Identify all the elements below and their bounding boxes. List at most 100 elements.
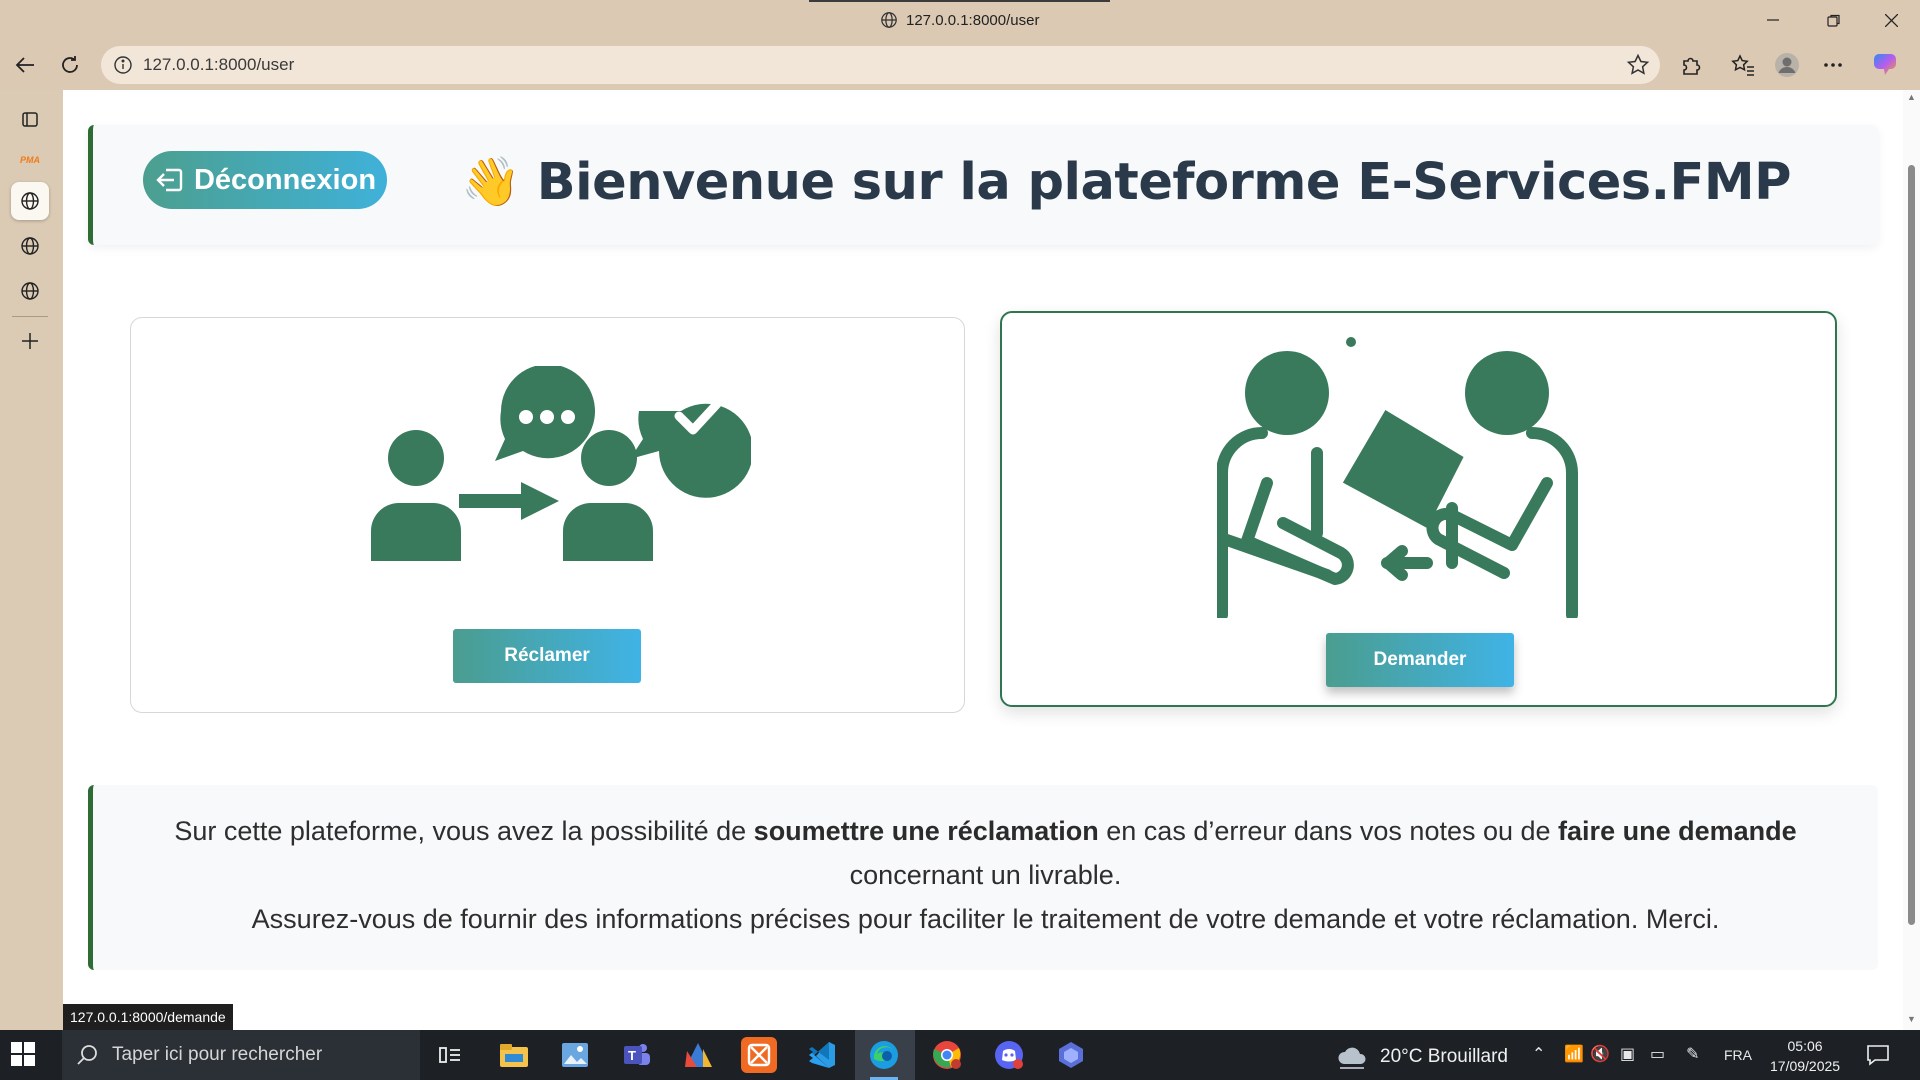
close-icon	[1884, 13, 1898, 27]
phpmyadmin-icon: PMA	[20, 155, 40, 165]
info-emphasis-demande: faire une demande	[1558, 816, 1797, 846]
file-explorer-icon[interactable]	[496, 1037, 532, 1073]
windows-logo-icon	[11, 1042, 35, 1066]
photos-icon[interactable]	[557, 1037, 593, 1073]
avatar-icon	[1775, 53, 1799, 77]
notification-icon	[1867, 1045, 1889, 1066]
restore-icon	[1826, 14, 1840, 27]
clock-time: 05:06	[1787, 1038, 1823, 1054]
back-button[interactable]	[8, 48, 42, 82]
start-button[interactable]	[10, 1041, 36, 1072]
tab-globe-3[interactable]	[11, 272, 49, 310]
info-icon	[114, 56, 132, 74]
waving-hand-icon: 👋	[461, 155, 521, 209]
vertical-tab-strip: PMA	[0, 90, 63, 1030]
profile-button[interactable]	[1770, 48, 1804, 82]
back-arrow-icon	[15, 57, 34, 73]
info-paragraph-2: Assurez-vous de fournir des informations…	[251, 904, 1720, 934]
notifications-button[interactable]	[1866, 1043, 1890, 1072]
info-paragraph-1: Sur cette plateforme, vous avez la possi…	[93, 809, 1878, 897]
close-button[interactable]	[1868, 6, 1914, 34]
weather-widget[interactable]: 20°C Brouillard	[1336, 1042, 1508, 1072]
globe-icon	[21, 282, 39, 300]
tab-localhost-user[interactable]	[11, 182, 49, 220]
more-dots-icon	[1824, 63, 1842, 67]
address-bar[interactable]: 127.0.0.1:8000/user	[101, 46, 1660, 84]
favorites-icon	[1731, 54, 1754, 76]
reload-button[interactable]	[53, 48, 87, 82]
globe-icon	[21, 237, 39, 255]
copilot-icon	[1874, 54, 1896, 75]
device-icon[interactable]: ▣	[1620, 1044, 1635, 1064]
page-title: 👋 Bienvenue sur la plateforme E-Services…	[461, 153, 1792, 212]
extensions-button[interactable]	[1674, 48, 1708, 82]
taskbar: Taper ici pour rechercher T 20°C Brouill…	[0, 1030, 1920, 1080]
window-title-text: 127.0.0.1:8000/user	[906, 11, 1040, 29]
scrollbar-thumb[interactable]	[1908, 165, 1915, 925]
minimize-button[interactable]	[1750, 6, 1796, 34]
page-scrollbar[interactable]: ▲ ▼	[1903, 90, 1920, 1030]
browser-toolbar: 127.0.0.1:8000/user	[0, 40, 1920, 90]
reclamer-button[interactable]: Réclamer	[453, 629, 641, 683]
globe-icon	[21, 192, 39, 210]
reload-icon	[62, 56, 78, 73]
copilot-button[interactable]	[1868, 48, 1902, 82]
add-icon	[22, 333, 38, 349]
tab-actions-button[interactable]	[11, 100, 49, 138]
volume-muted-icon[interactable]: 🔇	[1590, 1044, 1610, 1064]
system-clock[interactable]: 05:06 17/09/2025	[1770, 1036, 1840, 1076]
restore-button[interactable]	[1810, 6, 1856, 34]
search-placeholder: Taper ici pour rechercher	[112, 1044, 323, 1065]
tab-globe-2[interactable]	[11, 227, 49, 265]
teams-icon[interactable]: T	[618, 1037, 654, 1073]
logout-icon	[156, 168, 183, 192]
show-hidden-icons-icon[interactable]: ⌃	[1532, 1044, 1545, 1064]
more-menu-button[interactable]	[1816, 48, 1850, 82]
battery-icon[interactable]: ▭	[1650, 1044, 1665, 1064]
demande-illustration	[1217, 337, 1578, 618]
taskbar-search[interactable]: Taper ici pour rechercher	[62, 1030, 420, 1080]
info-text: concernant un livrable.	[849, 860, 1122, 890]
favorites-button[interactable]	[1726, 48, 1760, 82]
header-card: Déconnexion 👋 Bienvenue sur la plateform…	[88, 125, 1878, 245]
favorite-star-icon[interactable]	[1626, 53, 1650, 77]
reclamation-card[interactable]: Réclamer	[130, 317, 965, 713]
demander-button[interactable]: Demander	[1326, 633, 1514, 687]
collections-icon	[22, 112, 38, 127]
info-text: Sur cette plateforme, vous avez la possi…	[174, 816, 754, 846]
web-page: Déconnexion 👋 Bienvenue sur la plateform…	[63, 90, 1903, 1030]
ms-access-icon[interactable]	[680, 1037, 716, 1073]
demande-card[interactable]: Demander	[1000, 311, 1837, 707]
clock-date: 17/09/2025	[1770, 1058, 1841, 1074]
logout-label: Déconnexion	[193, 163, 377, 196]
logout-button[interactable]: Déconnexion	[143, 151, 387, 209]
pen-icon[interactable]: ✎	[1686, 1044, 1699, 1064]
minimize-icon	[1767, 19, 1779, 21]
copilot-taskbar-icon[interactable]	[1053, 1037, 1089, 1073]
xampp-icon[interactable]	[741, 1037, 777, 1073]
info-panel: Sur cette plateforme, vous avez la possi…	[88, 785, 1878, 970]
scroll-down-icon[interactable]: ▼	[1907, 1014, 1916, 1024]
welcome-heading: Bienvenue sur la plateforme E-Services.F…	[536, 153, 1792, 212]
svg-text:T: T	[628, 1048, 636, 1063]
info-text: en cas d’erreur dans vos notes ou de	[1098, 816, 1559, 846]
weather-text: 20°C Brouillard	[1380, 1046, 1508, 1067]
cloud-icon	[1338, 1047, 1366, 1069]
edge-icon[interactable]	[866, 1037, 902, 1080]
chrome-icon[interactable]	[929, 1037, 965, 1073]
task-view-icon[interactable]	[432, 1037, 468, 1073]
link-preview-status: 127.0.0.1:8000/demande	[63, 1004, 233, 1030]
info-emphasis-reclamation: soumettre une réclamation	[753, 816, 1099, 846]
network-icon[interactable]: 📶	[1564, 1044, 1584, 1064]
discord-icon[interactable]	[991, 1037, 1027, 1073]
reclamation-illustration	[371, 366, 751, 561]
puzzle-icon	[1683, 57, 1701, 75]
new-tab-button[interactable]	[11, 322, 49, 360]
vscode-icon[interactable]	[804, 1037, 840, 1073]
globe-icon	[881, 12, 897, 28]
active-tab-indicator	[809, 0, 1110, 2]
tab-phpmyadmin[interactable]: PMA	[11, 141, 49, 179]
scroll-up-icon[interactable]: ▲	[1907, 92, 1916, 102]
search-icon	[77, 1045, 97, 1065]
language-indicator[interactable]: FRA	[1724, 1047, 1752, 1063]
